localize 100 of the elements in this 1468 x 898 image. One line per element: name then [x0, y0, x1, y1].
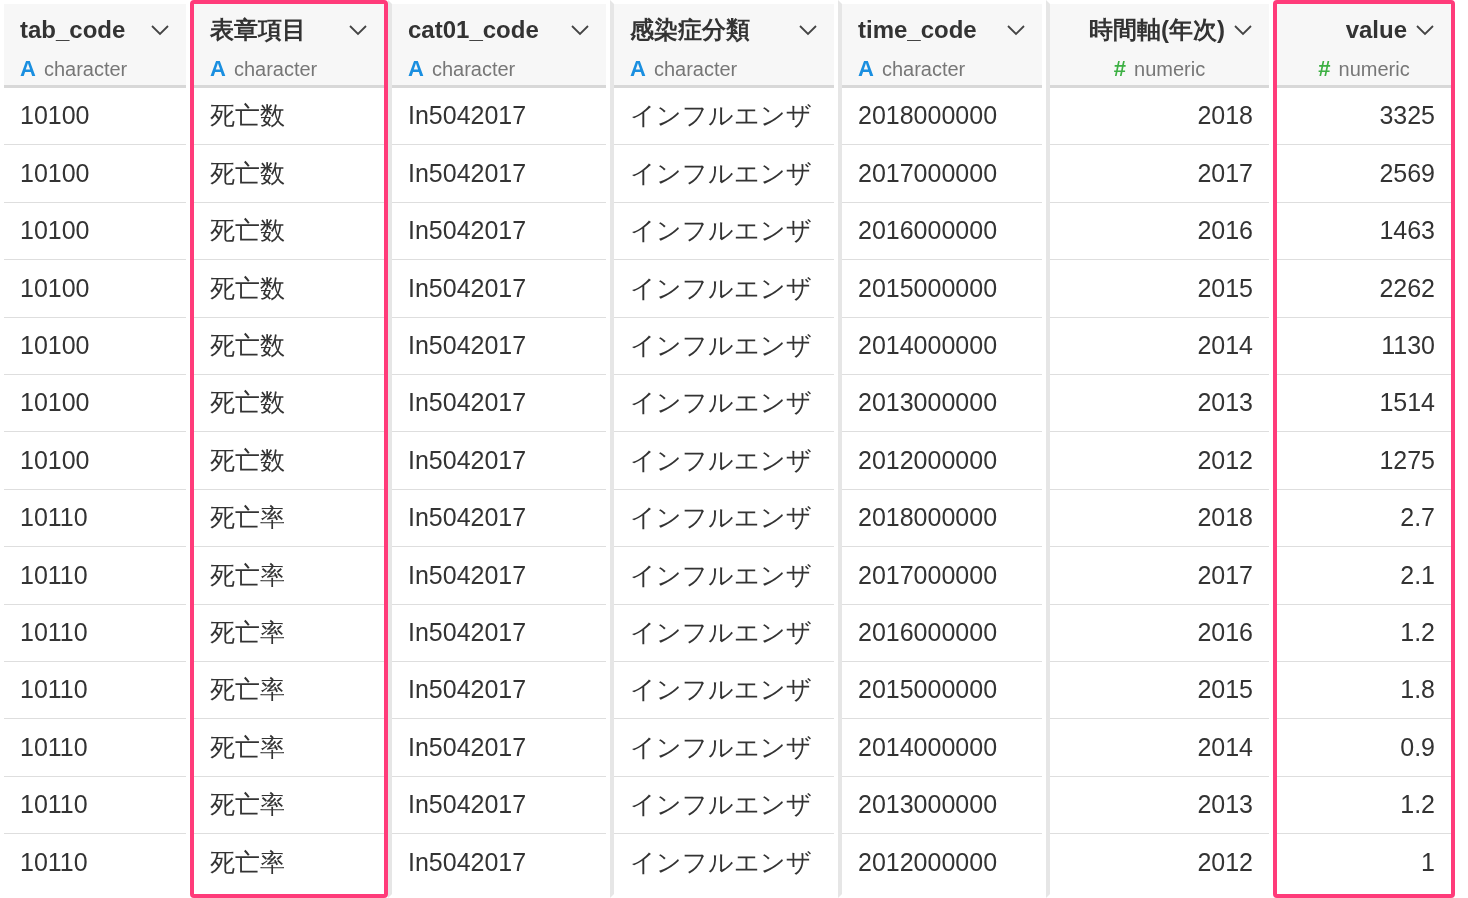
column-header[interactable]: value # numeric: [1277, 4, 1451, 88]
table-cell-text: In5042017: [408, 502, 527, 534]
table-cell-text: 2018: [1197, 502, 1253, 534]
table-cell-text: 10110: [20, 731, 88, 763]
table-cell-text: In5042017: [408, 444, 527, 476]
table-cell-text: 2017: [1197, 559, 1253, 591]
table-cell-text: 2016: [1197, 616, 1253, 648]
table-cell-text: 2012000000: [858, 847, 998, 878]
chevron-down-icon[interactable]: [1415, 24, 1435, 36]
table-cell-text: In5042017: [408, 731, 527, 763]
table-cell-text: 10100: [20, 387, 90, 419]
chevron-down-icon[interactable]: [150, 24, 170, 36]
table-cell-text: 10100: [20, 215, 90, 247]
table-cell-text: 2262: [1379, 272, 1435, 304]
table-cell-text: 1.2: [1400, 789, 1435, 821]
chevron-down-icon[interactable]: [348, 24, 368, 36]
table-cell-text: 2017: [1197, 157, 1253, 189]
type-icon: A: [20, 52, 36, 85]
table-cell-text: インフルエンザ: [630, 559, 812, 591]
chevron-down-icon[interactable]: [1006, 24, 1026, 36]
table-cell-text: In5042017: [408, 847, 527, 878]
table-cell-text: 1130: [1381, 330, 1435, 361]
chevron-down-icon[interactable]: [570, 24, 590, 36]
column-name: value: [1345, 15, 1407, 45]
table-cell-text: インフルエンザ: [630, 616, 812, 648]
column-header[interactable]: 表章項目 A character: [194, 4, 384, 88]
column-header[interactable]: time_code A character: [842, 4, 1042, 88]
table-cell-text: 2013: [1197, 387, 1253, 419]
table-cell-text: 2017000000: [858, 559, 998, 591]
table-cell-text: 10110: [20, 502, 88, 534]
table-cell-text: 10100: [20, 157, 90, 189]
table-cell-text: 2016000000: [858, 215, 998, 247]
table-cell-text: 10100: [20, 272, 90, 304]
table-cell-text: 死亡数: [210, 272, 285, 304]
table-cell-text: 2012000000: [858, 444, 998, 476]
table-cell-text: 2016000000: [858, 616, 998, 648]
table-cell-text: 2015: [1197, 272, 1253, 304]
column-type: character: [881, 57, 966, 82]
table-cell-text: 10110: [20, 674, 88, 706]
table-cell-text: 2012: [1197, 847, 1253, 878]
chevron-down-icon[interactable]: [798, 24, 818, 36]
column-header[interactable]: tab_code A character: [4, 4, 186, 88]
type-icon: A: [858, 52, 874, 85]
table-cell-text: 1463: [1379, 215, 1435, 247]
table-cell-text: 2.7: [1400, 502, 1435, 534]
table-cell-text: インフルエンザ: [630, 847, 812, 878]
table-cell-text: In5042017: [408, 616, 527, 648]
table-cell-text: 1.2: [1400, 616, 1435, 648]
table-cell-text: 0.9: [1400, 731, 1435, 763]
table-cell-text: In5042017: [408, 789, 527, 821]
table-cell-text: 2015000000: [858, 674, 998, 706]
table-cell-text: In5042017: [408, 272, 527, 304]
table-cell-text: インフルエンザ: [630, 330, 812, 361]
table-cell-text: 2018000000: [858, 502, 998, 534]
table-cell-text: 10110: [20, 616, 88, 648]
table-cell-text: In5042017: [408, 215, 527, 247]
table-cell-text: In5042017: [408, 387, 527, 419]
type-icon: #: [1318, 52, 1331, 85]
table-cell-text: インフルエンザ: [630, 215, 812, 247]
table-cell-text: 2014: [1197, 731, 1253, 763]
chevron-down-icon[interactable]: [1233, 24, 1253, 36]
type-icon: #: [1113, 52, 1127, 85]
table-cell-text: In5042017: [408, 559, 527, 591]
table-cell-text: 死亡数: [210, 330, 285, 361]
table-cell-text: In5042017: [408, 100, 527, 132]
table-cell-text: インフルエンザ: [630, 272, 812, 304]
column-type: character: [43, 57, 128, 82]
table-cell-text: 死亡率: [210, 616, 285, 648]
table-cell-text: 死亡数: [210, 387, 285, 419]
column-header[interactable]: cat01_code A character: [392, 4, 606, 88]
column-type: numeric: [1134, 57, 1206, 82]
table-cell-text: 10100: [20, 330, 90, 361]
table-cell-text: 2013: [1197, 789, 1253, 821]
table-cell-text: In5042017: [408, 674, 527, 706]
table-cell-text: 2015: [1197, 674, 1253, 706]
table-cell-text: 死亡数: [210, 157, 285, 189]
column-type: character: [233, 57, 318, 82]
table-cell-text: 10110: [20, 847, 88, 878]
table-cell-text: インフルエンザ: [630, 731, 812, 763]
table-cell-text: 2013000000: [858, 387, 998, 419]
table-cell-text: 1: [1421, 847, 1435, 878]
table-cell-text: 死亡数: [210, 215, 285, 247]
table-cell-text: 死亡率: [210, 674, 285, 706]
table-cell-text: 2014: [1197, 330, 1253, 361]
table-cell-text: 死亡率: [210, 731, 285, 763]
column-name: 感染症分類: [630, 15, 750, 45]
column-type: character: [431, 57, 516, 82]
table-cell-text: 死亡率: [210, 502, 285, 534]
table-cell-text: 2012: [1197, 444, 1253, 476]
table-cell-text: 1275: [1379, 444, 1435, 476]
table-cell-text: 死亡率: [210, 789, 285, 821]
table-cell-text: インフルエンザ: [630, 789, 812, 821]
column-header[interactable]: 感染症分類 A character: [614, 4, 834, 88]
table-cell-text: 10100: [20, 100, 90, 132]
column-name: 時間軸(年次): [1089, 15, 1225, 45]
table-cell-text: インフルエンザ: [630, 674, 812, 706]
column-header[interactable]: 時間軸(年次) # numeric: [1050, 4, 1269, 88]
column-name: 表章項目: [210, 15, 306, 45]
table-cell-text: 2018: [1197, 100, 1253, 132]
table-cell-text: インフルエンザ: [630, 444, 812, 476]
